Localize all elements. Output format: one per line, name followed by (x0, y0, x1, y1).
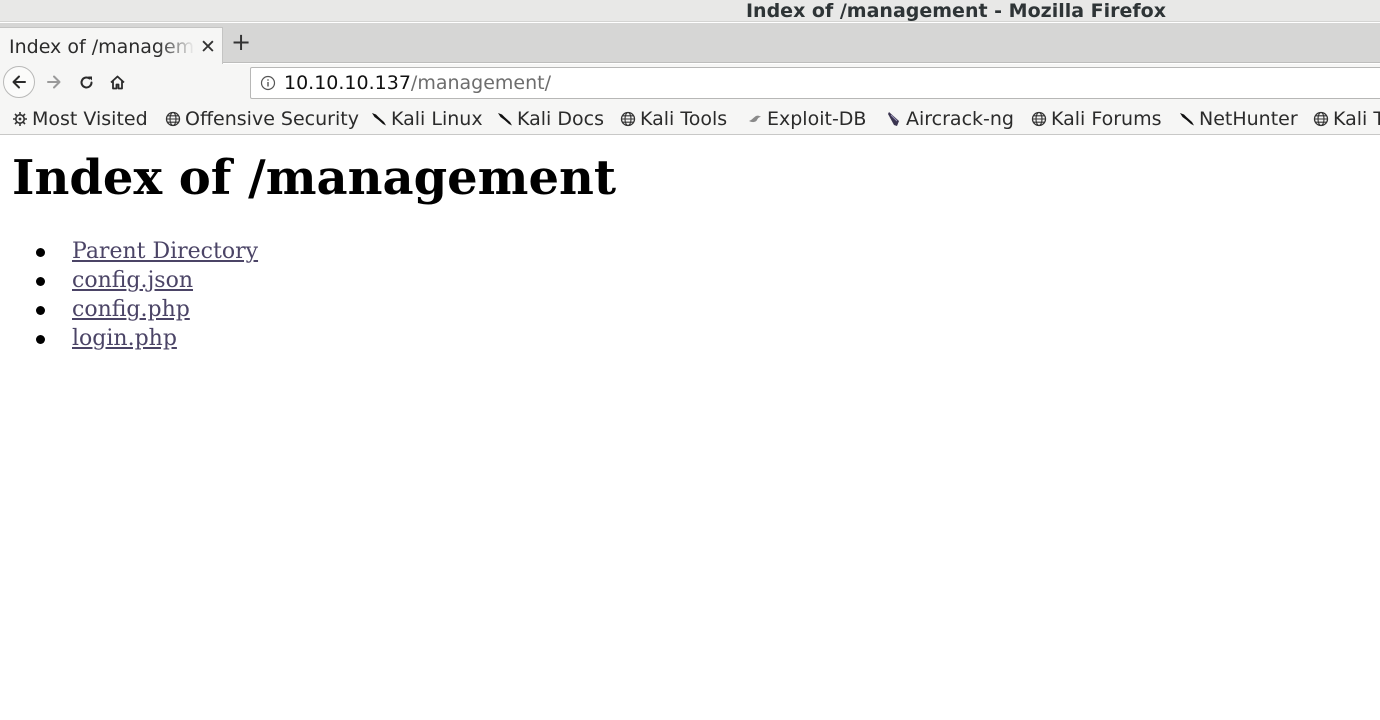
window-title: Index of /management - Mozilla Firefox (745, 0, 1166, 22)
kali-dragon-icon (372, 113, 386, 126)
globe-icon (1313, 111, 1329, 127)
bookmark-nethunter[interactable]: NetHunter (1179, 105, 1298, 133)
kali-dragon-icon (498, 113, 512, 126)
list-item: config.php (36, 295, 258, 324)
exploit-db-icon (749, 115, 761, 123)
reload-icon (80, 76, 92, 88)
bookmark-kali-docs[interactable]: Kali Docs (497, 105, 604, 133)
home-button[interactable] (101, 66, 133, 98)
bookmark-label: Kali Forums (1051, 108, 1162, 130)
home-icon (109, 75, 125, 89)
bullet-icon (36, 335, 45, 344)
site-info-icon[interactable] (260, 75, 276, 91)
bookmark-label: Most Visited (32, 108, 148, 130)
bookmark-label: Kali Training (1333, 108, 1380, 130)
bookmark-kali-linux[interactable]: Kali Linux (371, 105, 483, 133)
tab-index-of-management[interactable]: Index of /management ✕ (0, 27, 223, 64)
window-titlebar[interactable]: Index of /management - Mozilla Firefox (0, 0, 1380, 22)
globe-icon (165, 111, 181, 127)
bookmark-kali-training[interactable]: Kali Training (1313, 105, 1380, 133)
tab-title: Index of /management (9, 36, 195, 58)
bookmark-label: Exploit-DB (767, 108, 867, 130)
address-bar[interactable]: 10.10.10.137/management/ (250, 67, 1380, 99)
kali-dragon-icon (1180, 113, 1194, 126)
back-button[interactable] (3, 66, 35, 98)
bookmark-label: Kali Linux (391, 108, 483, 130)
navigation-toolbar: 10.10.10.137/management/ (0, 64, 1380, 102)
link-parent-directory[interactable]: Parent Directory (72, 239, 258, 264)
bullet-icon (36, 306, 45, 315)
bookmark-label: Kali Tools (640, 108, 728, 130)
bookmark-offensive-security[interactable]: Offensive Security (165, 105, 359, 133)
tab-close-icon[interactable]: ✕ (198, 35, 218, 59)
forward-button[interactable] (38, 66, 70, 98)
reload-button[interactable] (70, 66, 102, 98)
new-tab-button[interactable]: + (229, 27, 253, 57)
url-text[interactable]: 10.10.10.137/management/ (284, 68, 551, 98)
link-config-json[interactable]: config.json (72, 268, 193, 293)
bookmark-exploit-db[interactable]: Exploit-DB (747, 105, 866, 133)
bookmark-label: Kali Docs (517, 108, 604, 130)
bookmark-most-visited[interactable]: Most Visited (12, 105, 148, 133)
back-arrow-icon (12, 75, 26, 89)
bookmark-label: Offensive Security (185, 108, 359, 130)
link-login-php[interactable]: login.php (72, 326, 177, 351)
gear-icon (13, 112, 27, 126)
bookmark-aircrack-ng[interactable]: Aircrack-ng (886, 105, 1014, 133)
list-item: config.json (36, 266, 258, 295)
bookmark-kali-tools[interactable]: Kali Tools (620, 105, 727, 133)
list-item: login.php (36, 324, 258, 353)
page-title: Index of /management (12, 150, 617, 206)
page-content: Index of /management Parent Directory co… (0, 136, 1380, 720)
directory-listing: Parent Directory config.json config.php … (36, 237, 258, 353)
globe-icon (620, 111, 636, 127)
bullet-icon (36, 248, 45, 257)
bullet-icon (36, 277, 45, 286)
link-config-php[interactable]: config.php (72, 297, 190, 322)
aircrack-icon (888, 112, 899, 126)
url-path: /management/ (410, 72, 552, 94)
bookmarks-toolbar: Most Visited Offensive Security Kali Lin… (0, 102, 1380, 135)
bookmark-label: Aircrack-ng (906, 108, 1014, 130)
globe-icon (1031, 111, 1047, 127)
tab-strip: Index of /management ✕ + (0, 23, 1380, 64)
bookmark-kali-forums[interactable]: Kali Forums (1031, 105, 1162, 133)
forward-arrow-icon (47, 75, 61, 89)
bookmark-label: NetHunter (1199, 108, 1298, 130)
url-host: 10.10.10.137 (284, 72, 411, 94)
list-item: Parent Directory (36, 237, 258, 266)
